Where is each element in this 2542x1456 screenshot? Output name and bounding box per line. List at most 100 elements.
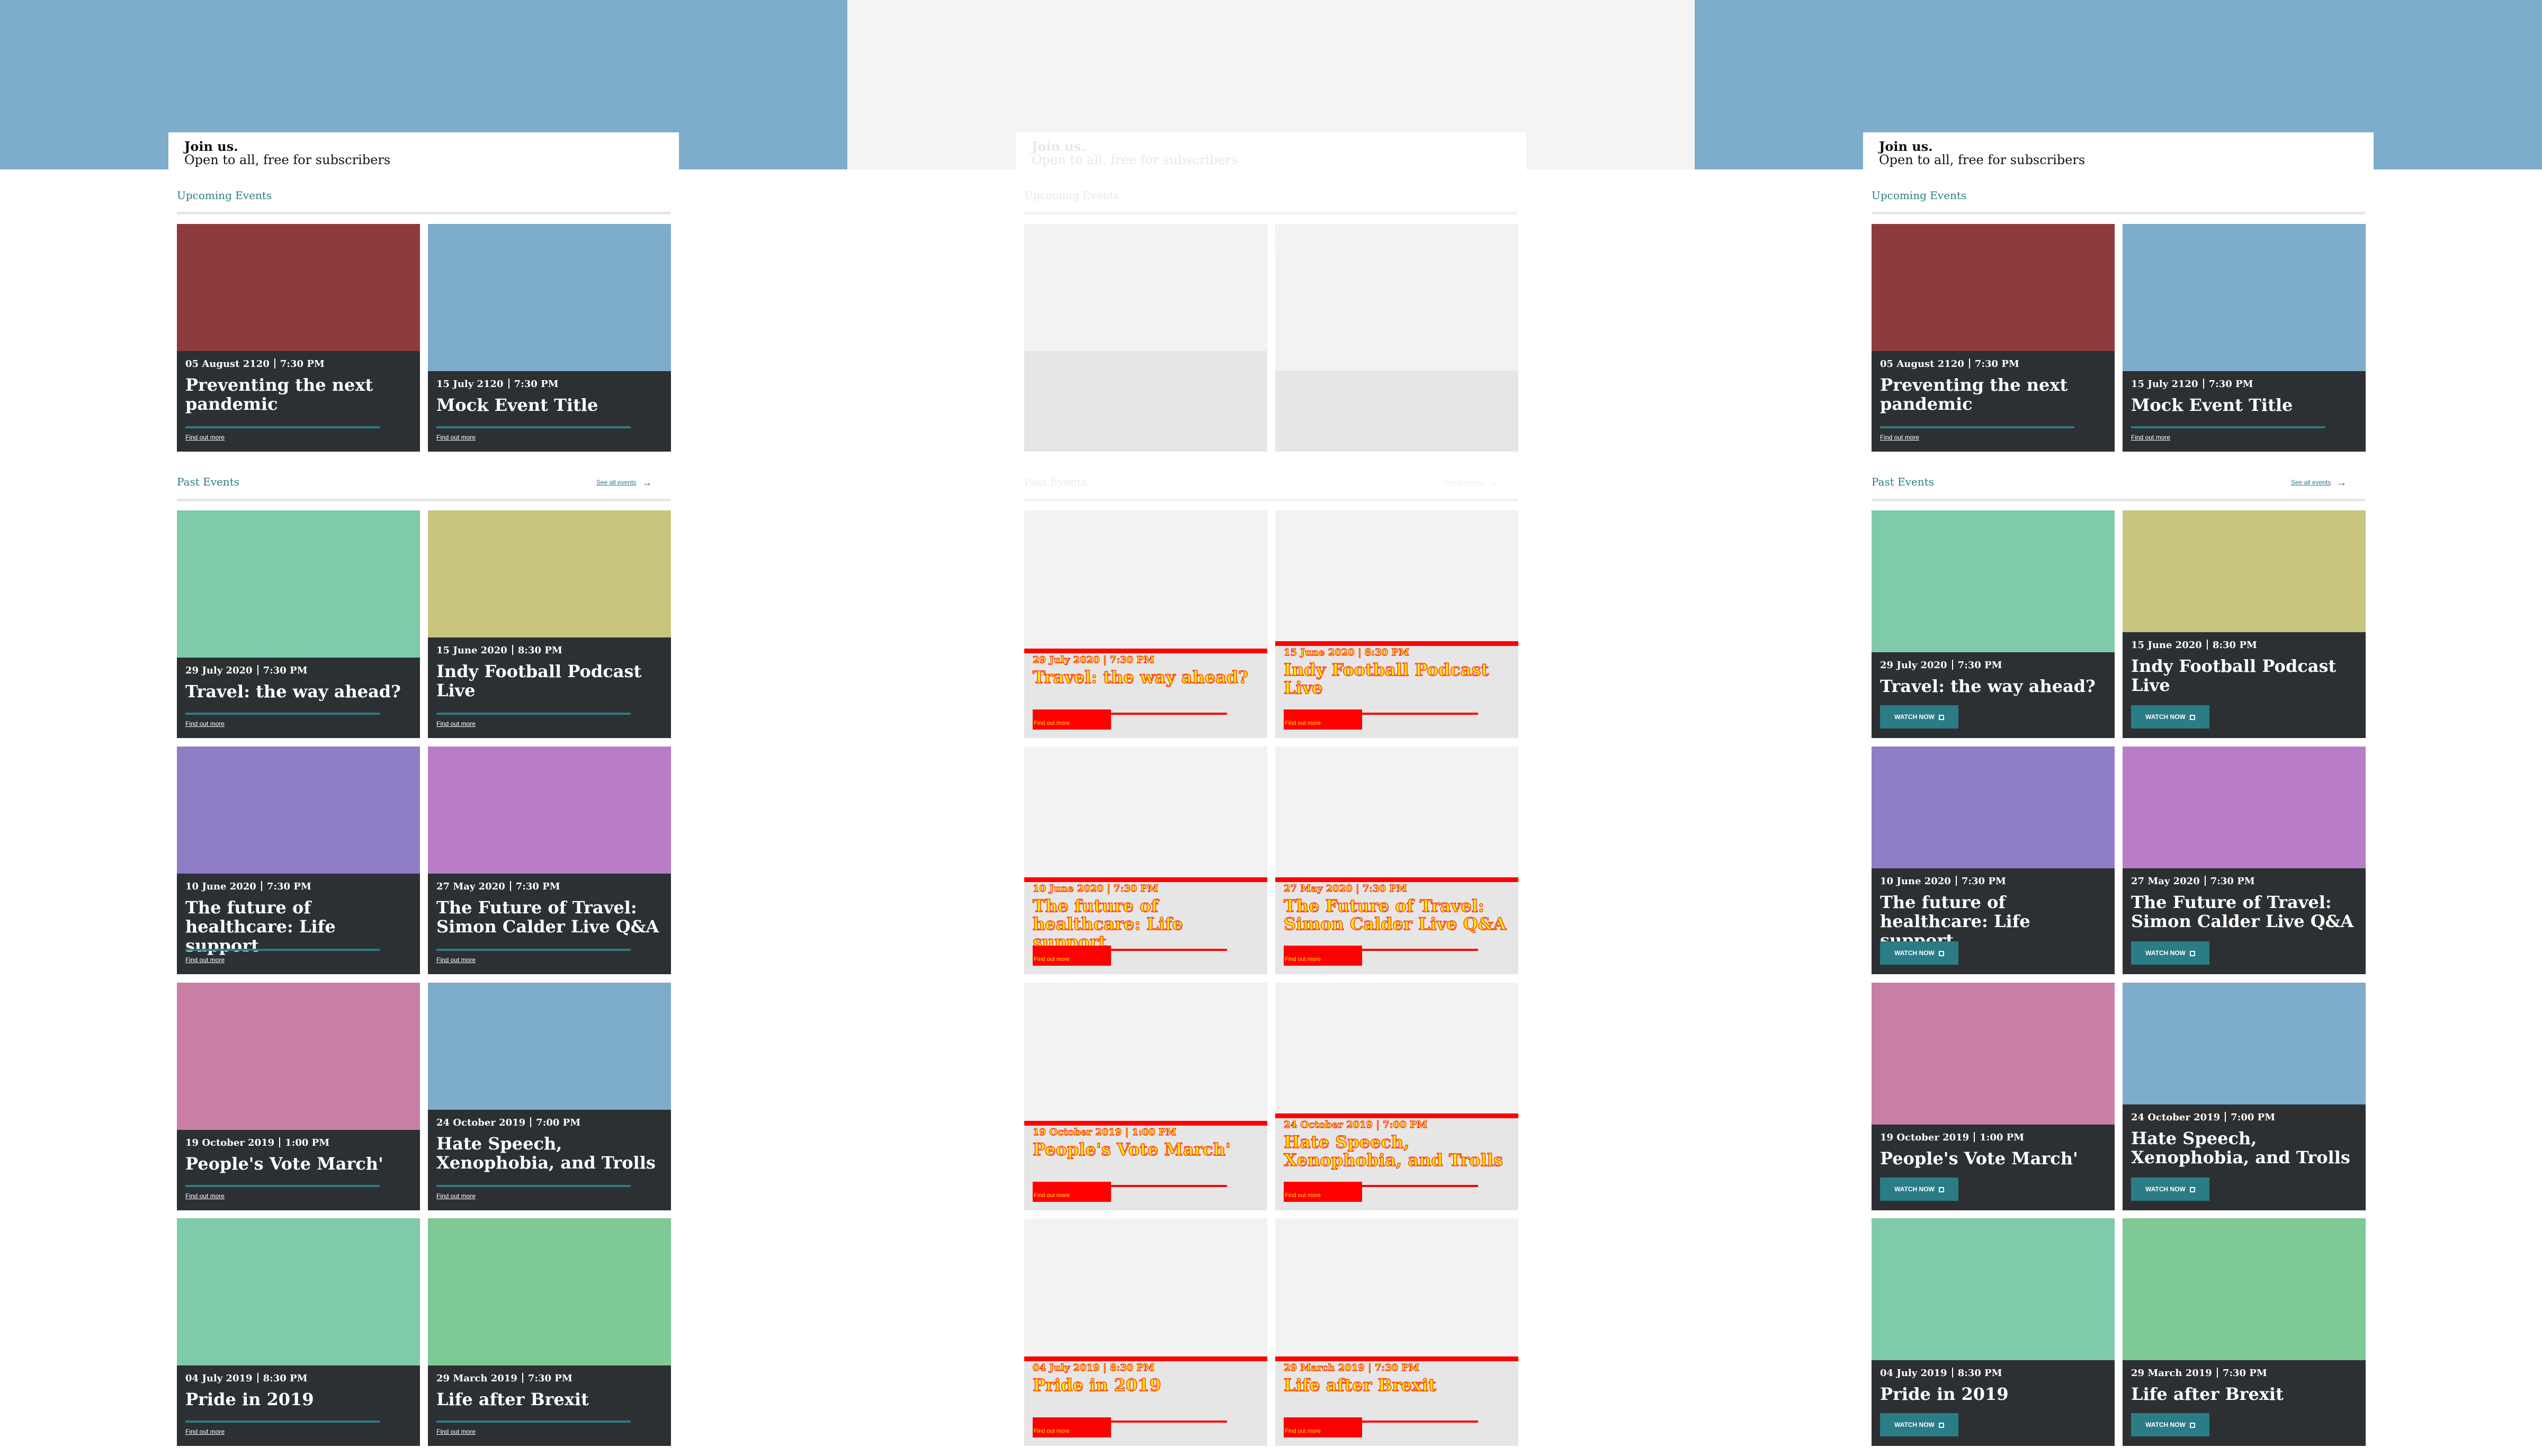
- find-out-more-link[interactable]: Find out more: [2131, 434, 2170, 441]
- find-out-more-link[interactable]: Find out more: [1285, 1192, 1321, 1199]
- find-out-more-link[interactable]: Find out more: [185, 434, 225, 441]
- event-card[interactable]: 27 May 2020 7:30 PM The Future of Travel: …: [2123, 747, 2366, 974]
- watch-now-button[interactable]: [1284, 709, 1362, 730]
- separator: [1955, 876, 1957, 886]
- event-card[interactable]: 19 October 2019 | 1:00 PM People's Vote M…: [1024, 983, 1267, 1210]
- find-out-more-link[interactable]: Find out more: [1285, 1428, 1321, 1434]
- see-all-events-link[interactable]: See all events →: [596, 477, 652, 489]
- watch-now-button[interactable]: WATCH NOW: [1880, 941, 1958, 965]
- find-out-more-link[interactable]: Find out more: [1275, 244, 1518, 254]
- event-card[interactable]: 29 March 2019 7:30 PM Life after Brexit WAT…: [2123, 1218, 2366, 1446]
- join-subheading: Open to all, free for subscribers: [1879, 152, 2085, 167]
- event-card[interactable]: 29 March 2019 7:30 PM Life after Brexit Fin…: [428, 1218, 671, 1446]
- event-date-text: 04 July 2019: [1033, 1362, 1100, 1374]
- find-out-more-link[interactable]: Find out more: [1880, 434, 1919, 441]
- watch-now-button[interactable]: WATCH NOW: [2131, 1413, 2209, 1436]
- separator: |: [1373, 1119, 1383, 1131]
- find-out-more-link[interactable]: Find out more: [436, 720, 476, 727]
- event-card[interactable]: 15 June 2020 | 8:30 PM Indy Football Podc…: [1275, 510, 1518, 738]
- event-card[interactable]: 10 June 2020 7:30 PM The future of healthc…: [1872, 747, 2115, 974]
- watch-now-button[interactable]: WATCH NOW: [1880, 1413, 1958, 1436]
- separator: [530, 1117, 532, 1127]
- find-out-more-link[interactable]: Find out more: [1034, 1428, 1070, 1434]
- arrow-right-icon: →: [1489, 477, 1500, 489]
- find-out-more-link[interactable]: Find out more: [1024, 244, 1267, 254]
- join-card: Join us. Open to all, free for subscribe…: [1016, 132, 1526, 169]
- event-card[interactable]: 04 July 2019 8:30 PM Pride in 2019 WATCH NO…: [1872, 1218, 2115, 1446]
- event-card[interactable]: 24 October 2019 7:00 PM Hate Speech, Xenop…: [428, 983, 671, 1210]
- event-card[interactable]: 24 October 2019 | 7:00 PM Hate Speech, Xe…: [1275, 983, 1518, 1210]
- find-out-more-link[interactable]: Find out more: [1034, 956, 1070, 963]
- event-time-text: 8:30 PM: [517, 645, 562, 656]
- event-time-text: 7:30 PM: [527, 1373, 572, 1384]
- event-card[interactable]: 29 March 2019 | 7:30 PM Life after Brexit…: [1275, 1218, 1518, 1446]
- event-title: Travel: the way ahead?: [185, 681, 401, 702]
- event-time-text: 8:30 PM: [1957, 1368, 2002, 1379]
- watch-now-button[interactable]: WATCH NOW: [2131, 705, 2209, 729]
- event-card[interactable]: 05 August 2120 | 7:30 PM Preventing the n…: [1024, 224, 1267, 452]
- event-card[interactable]: 04 July 2019 8:30 PM Pride in 2019 Find out…: [177, 1218, 420, 1446]
- upcoming-events-title: Upcoming Events: [177, 189, 272, 202]
- see-all-events-link[interactable]: See all events →: [1444, 477, 1499, 489]
- event-card[interactable]: 27 May 2020 7:30 PM The Future of Travel: …: [428, 747, 671, 974]
- find-out-more-link[interactable]: Find out more: [1034, 720, 1070, 726]
- find-out-more-link[interactable]: Find out more: [185, 1192, 225, 1200]
- watch-now-button[interactable]: [1033, 946, 1111, 966]
- watch-now-button[interactable]: WATCH NOW: [1880, 705, 1958, 729]
- watch-now-button[interactable]: WATCH NOW: [2131, 1178, 2209, 1201]
- diff-marker: [1275, 877, 1518, 882]
- event-date-text: 29 March 2019: [2131, 1368, 2212, 1379]
- event-date: 10 June 2020 7:30 PM: [1880, 876, 2006, 887]
- watch-now-label: WATCH NOW: [1894, 1421, 1935, 1428]
- watch-now-button[interactable]: [1284, 1182, 1362, 1202]
- find-out-more-link[interactable]: Find out more: [1034, 1192, 1070, 1199]
- watch-now-button[interactable]: [1033, 709, 1111, 730]
- find-out-more-link[interactable]: Find out more: [436, 1192, 476, 1200]
- find-out-more-link[interactable]: Find out more: [436, 956, 476, 964]
- watch-now-button[interactable]: WATCH NOW: [2131, 941, 2209, 965]
- event-card[interactable]: 15 July 2120 7:30 PM Mock Event Title Find …: [428, 224, 671, 452]
- watch-now-button[interactable]: [1033, 1417, 1111, 1437]
- find-out-more-link[interactable]: Find out more: [1285, 956, 1321, 963]
- watch-now-button[interactable]: [1284, 1417, 1362, 1437]
- event-time-text: 7:30 PM: [1113, 883, 1158, 895]
- find-out-more-link[interactable]: Find out more: [185, 1428, 225, 1435]
- find-out-more-link[interactable]: Find out more: [1285, 720, 1321, 726]
- event-card[interactable]: 05 August 2120 7:30 PM Preventing the next…: [177, 224, 420, 452]
- event-card[interactable]: 29 July 2020 | 7:30 PM Travel: the way ah…: [1024, 510, 1267, 738]
- external-link-icon: [2189, 951, 2195, 956]
- event-time-text: 7:30 PM: [1100, 224, 1137, 234]
- find-out-more-link[interactable]: Find out more: [436, 434, 476, 441]
- event-card[interactable]: 04 July 2019 | 8:30 PM Pride in 2019 Find …: [1024, 1218, 1267, 1446]
- event-card[interactable]: 10 June 2020 7:30 PM The future of healthc…: [177, 747, 420, 974]
- event-time-text: 7:30 PM: [514, 379, 559, 390]
- event-card[interactable]: 15 June 2020 8:30 PM Indy Football Podcast…: [2123, 510, 2366, 738]
- event-card[interactable]: 19 October 2019 1:00 PM People's Vote Marc…: [1872, 983, 2115, 1210]
- separator: [274, 358, 275, 369]
- watch-now-button[interactable]: [1284, 946, 1362, 966]
- event-card[interactable]: 10 June 2020 | 7:30 PM The future of heal…: [1024, 747, 1267, 974]
- event-date-text: 05 August 2120: [185, 358, 270, 370]
- find-out-more-link[interactable]: Find out more: [436, 1428, 476, 1435]
- event-card[interactable]: 29 July 2020 7:30 PM Travel: the way ahead…: [177, 510, 420, 738]
- event-card[interactable]: 05 August 2120 7:30 PM Preventing the next…: [1872, 224, 2115, 452]
- event-date-text: 19 October 2019: [1880, 1132, 1970, 1143]
- watch-now-button[interactable]: [1033, 1182, 1111, 1202]
- event-card[interactable]: 27 May 2020 | 7:30 PM The Future of Trave…: [1275, 747, 1518, 974]
- watch-now-button[interactable]: WATCH NOW: [1880, 1178, 1958, 1201]
- find-out-more-link[interactable]: Find out more: [185, 720, 225, 727]
- event-card[interactable]: 15 July 2120 7:30 PM Mock Event Title Find …: [2123, 224, 2366, 452]
- event-card[interactable]: 15 July 2120 | 7:30 PM Mock Event Title Fi…: [1275, 224, 1518, 452]
- event-title: Life after Brexit: [436, 1389, 589, 1409]
- event-date: 24 October 2019 7:00 PM: [2131, 1112, 2275, 1123]
- event-card[interactable]: 19 October 2019 1:00 PM People's Vote Marc…: [177, 983, 420, 1210]
- event-card[interactable]: 15 June 2020 8:30 PM Indy Football Podcast…: [428, 510, 671, 738]
- find-out-more-link[interactable]: Find out more: [185, 956, 225, 964]
- see-all-events-link[interactable]: See all events →: [2291, 477, 2347, 489]
- separator: [2206, 640, 2208, 650]
- event-date: 10 June 2020 | 7:30 PM: [1033, 883, 1159, 895]
- event-card[interactable]: 24 October 2019 7:00 PM Hate Speech, Xenop…: [2123, 983, 2366, 1210]
- title-underline: [185, 949, 380, 951]
- event-card[interactable]: 29 July 2020 7:30 PM Travel: the way ahead…: [1872, 510, 2115, 738]
- event-date: 19 October 2019 | 1:00 PM: [1032, 1127, 1176, 1138]
